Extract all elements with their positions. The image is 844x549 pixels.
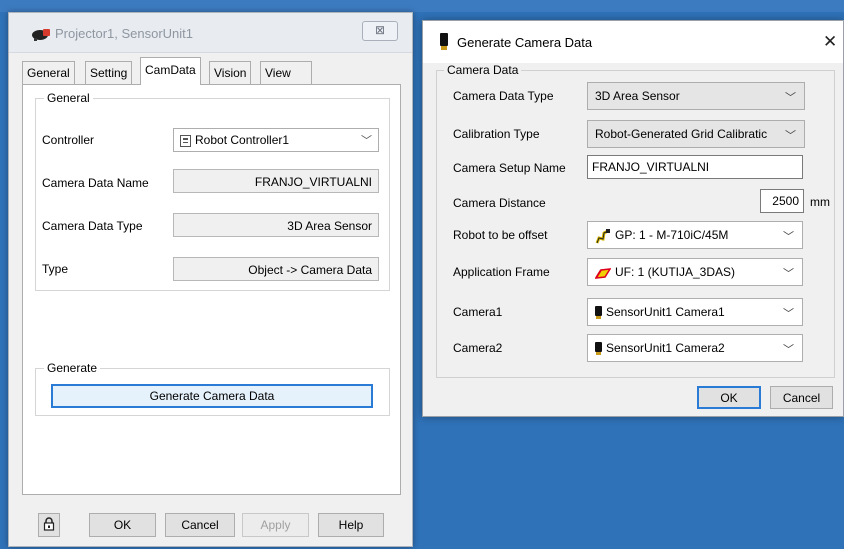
controller-value: Robot Controller1 — [195, 133, 290, 147]
chevron-down-icon: ﹀ — [361, 135, 372, 147]
application-frame-label: Application Frame — [453, 265, 550, 279]
apply-button[interactable]: Apply — [242, 513, 309, 537]
window-title: Projector1, SensorUnit1 — [55, 26, 194, 41]
tab-vision[interactable]: Vision — [209, 61, 252, 84]
robot-offset-label: Robot to be offset — [453, 228, 548, 242]
camera-setup-name-input[interactable]: FRANJO_VIRTUALNI — [587, 155, 803, 179]
window-titlebar[interactable]: Projector1, SensorUnit1 ⊠ — [9, 13, 412, 53]
camera-setup-name-label: Camera Setup Name — [453, 161, 566, 175]
camera-icon — [595, 341, 602, 355]
user-frame-icon — [595, 267, 611, 279]
tab-setting[interactable]: Setting — [85, 61, 133, 84]
chevron-down-icon: ﹀ — [783, 308, 794, 320]
calibration-type-label: Calibration Type — [453, 127, 540, 141]
robot-offset-value: GP: 1 - M-710iC/45M — [615, 228, 729, 243]
ok-button[interactable]: OK — [697, 386, 761, 409]
ok-button[interactable]: OK — [89, 513, 156, 537]
camera-data-type-value: 3D Area Sensor — [595, 89, 680, 103]
camera-data-type-label: Camera Data Type — [453, 89, 554, 103]
camera-data-type-label: Camera Data Type — [42, 219, 143, 233]
camdata-tab-panel: General Controller Robot Controller1 ﹀ C… — [22, 84, 401, 495]
type-label: Type — [42, 262, 69, 276]
general-group-label: General — [44, 91, 93, 105]
camera-icon — [595, 305, 602, 319]
tab-general[interactable]: General — [22, 61, 75, 84]
application-frame-select[interactable]: UF: 1 (KUTIJA_3DAS) ﹀ — [587, 258, 803, 286]
chevron-down-icon: ﹀ — [785, 92, 796, 104]
chevron-down-icon: ﹀ — [783, 231, 794, 243]
desktop-strip — [0, 0, 844, 12]
generate-camera-data-dialog: Generate Camera Data ✕ Camera Data Camer… — [422, 20, 844, 417]
generate-camera-data-button[interactable]: Generate Camera Data — [51, 384, 373, 408]
projector-icon — [32, 29, 50, 41]
chevron-down-icon: ﹀ — [783, 344, 794, 356]
camera2-label: Camera2 — [453, 341, 503, 355]
tab-view[interactable]: View — [260, 61, 312, 84]
cancel-button[interactable]: Cancel — [165, 513, 235, 537]
properties-window: Projector1, SensorUnit1 ⊠ General Settin… — [8, 12, 413, 547]
camera-data-type-select[interactable]: 3D Area Sensor ﹀ — [587, 82, 805, 110]
camera1-label: Camera1 — [453, 305, 503, 319]
camera-data-name-label: Camera Data Name — [42, 176, 149, 190]
tab-camdata[interactable]: CamData — [140, 57, 201, 85]
robot-offset-select[interactable]: GP: 1 - M-710iC/45M ﹀ — [587, 221, 803, 249]
lock-button[interactable] — [38, 513, 60, 537]
chevron-down-icon: ﹀ — [783, 268, 794, 280]
close-icon[interactable]: ✕ — [823, 32, 837, 52]
camera-distance-unit: mm — [810, 195, 830, 209]
controller-label: Controller — [42, 133, 95, 147]
camera-data-type-field: 3D Area Sensor — [173, 213, 379, 237]
camera-distance-label: Camera Distance — [453, 196, 546, 210]
generate-group-label: Generate — [44, 361, 101, 375]
controller-icon — [180, 134, 191, 147]
camera-icon — [440, 33, 448, 50]
help-button[interactable]: Help — [318, 513, 384, 537]
close-button[interactable]: ⊠ — [362, 21, 398, 41]
calibration-type-select[interactable]: Robot-Generated Grid Calibratic ﹀ — [587, 120, 805, 148]
camera-data-group-label: Camera Data — [444, 63, 522, 77]
application-frame-value: UF: 1 (KUTIJA_3DAS) — [615, 265, 736, 279]
controller-select[interactable]: Robot Controller1 ﹀ — [173, 128, 379, 152]
chevron-down-icon: ﹀ — [783, 127, 796, 143]
camera-data-name-field: FRANJO_VIRTUALNI — [173, 169, 379, 193]
camera2-select[interactable]: SensorUnit1 Camera2 ﹀ — [587, 334, 803, 362]
camera2-value: SensorUnit1 Camera2 — [606, 341, 725, 355]
lock-icon — [43, 517, 55, 531]
camera-distance-input[interactable]: 2500 — [760, 189, 804, 213]
dialog-title: Generate Camera Data — [457, 35, 593, 50]
camera1-select[interactable]: SensorUnit1 Camera1 ﹀ — [587, 298, 803, 326]
type-field: Object -> Camera Data — [173, 257, 379, 281]
camera1-value: SensorUnit1 Camera1 — [606, 305, 725, 319]
cancel-button[interactable]: Cancel — [770, 386, 833, 409]
robot-icon — [595, 229, 610, 244]
calibration-type-value: Robot-Generated Grid Calibratic — [595, 127, 768, 141]
dialog-titlebar[interactable]: Generate Camera Data ✕ — [423, 21, 843, 63]
